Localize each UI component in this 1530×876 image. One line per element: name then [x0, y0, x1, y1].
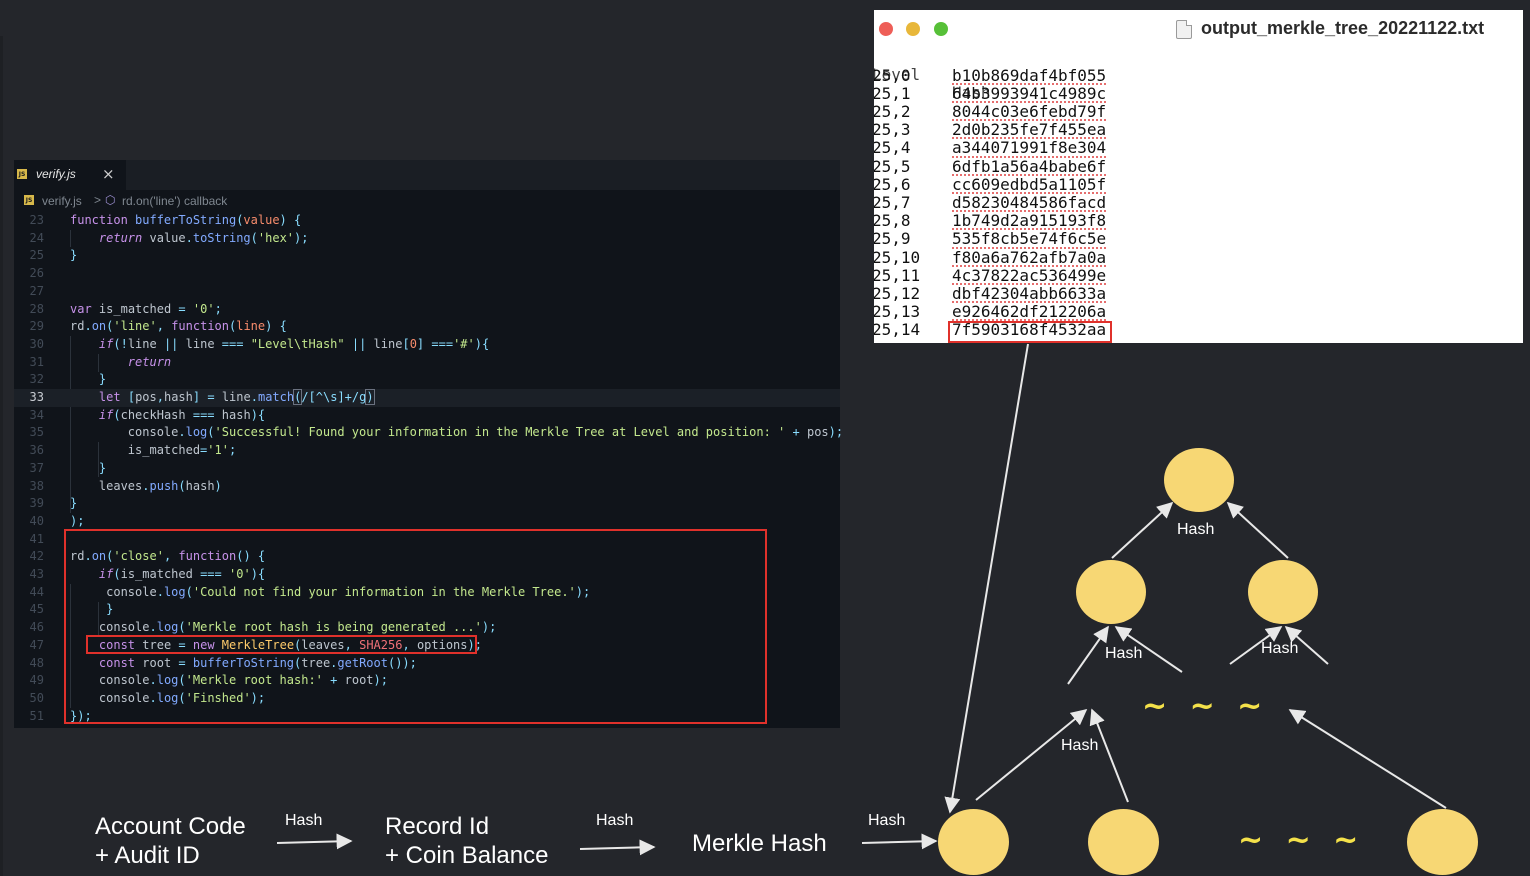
root-node	[1164, 448, 1234, 512]
internal-node-right	[1248, 560, 1318, 624]
hash-label: Hash	[285, 812, 323, 829]
arrow	[1067, 625, 1109, 685]
arrow	[861, 833, 938, 850]
hash-label: Hash	[596, 812, 634, 829]
flow-step-merkle-hash: Merkle Hash	[692, 830, 827, 857]
flow-step-account: Account Code + Audit ID	[95, 812, 246, 870]
hash-label: Hash	[1261, 640, 1299, 657]
flow-step-record-line1: Record Id	[385, 813, 490, 840]
arrow	[1288, 709, 1447, 809]
arrow	[1226, 501, 1289, 559]
hash-label: Hash	[868, 812, 906, 829]
internal-node-left	[1076, 560, 1146, 624]
arrow	[276, 833, 353, 850]
flow-step-account-line2: + Audit ID	[95, 842, 200, 869]
hash-label: Hash	[1105, 645, 1143, 662]
leaf-node	[1088, 809, 1159, 875]
arrow	[579, 839, 656, 856]
leaf-node	[938, 809, 1009, 875]
arrow	[1089, 708, 1129, 803]
ellipsis-marker: ~ ~ ~	[1238, 823, 1365, 858]
arrow	[1111, 501, 1174, 559]
leaf-node	[1407, 809, 1478, 875]
flow-step-account-line1: Account Code	[95, 813, 246, 840]
arrow	[975, 708, 1088, 801]
ellipsis-marker: ~ ~ ~	[1142, 689, 1269, 724]
hash-label: Hash	[1177, 521, 1215, 538]
flow-step-record: Record Id + Coin Balance	[385, 812, 548, 870]
diagram-arrows	[276, 343, 1447, 856]
flow-step-record-line2: + Coin Balance	[385, 842, 549, 869]
hash-label: Hash	[1061, 737, 1099, 754]
arrow-window-to-leaf	[944, 343, 1029, 814]
